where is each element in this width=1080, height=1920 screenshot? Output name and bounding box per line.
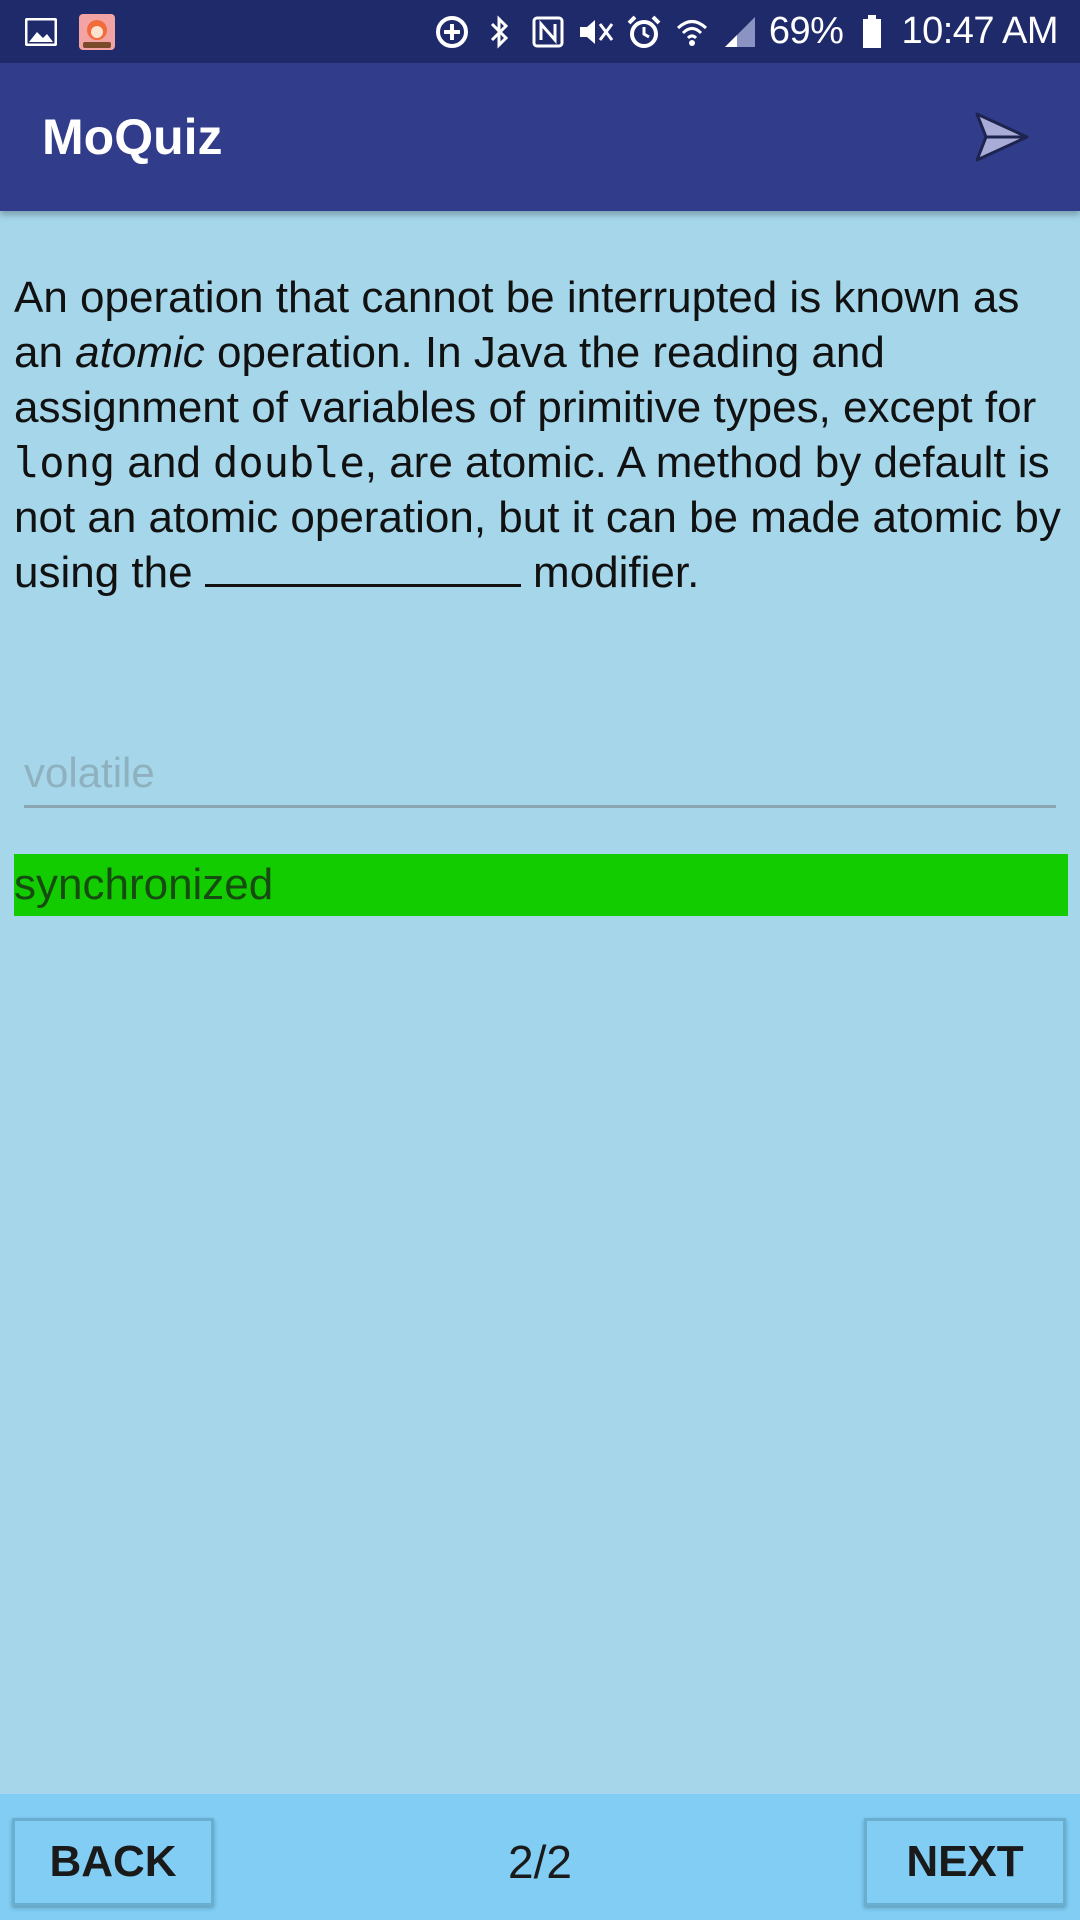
app-bar: MoQuiz [0, 63, 1080, 211]
question-code-long: long [14, 438, 116, 487]
game-app-icon [78, 13, 116, 51]
correct-answer: synchronized [14, 854, 1068, 916]
data-saver-icon [433, 13, 471, 51]
question-italic: atomic [75, 328, 205, 377]
battery-percent: 69% [768, 10, 844, 52]
status-right: 69% 10:47 AM [433, 10, 1058, 53]
question-code-double: double [213, 438, 365, 487]
battery-icon [853, 13, 891, 51]
nfc-icon [529, 13, 567, 51]
page-indicator: 2/2 [508, 1836, 572, 1888]
question-text: An operation that cannot be interrupted … [14, 270, 1064, 600]
signal-icon [721, 13, 759, 51]
send-icon [975, 112, 1029, 162]
clock: 10:47 AM [901, 10, 1058, 52]
wifi-icon [673, 13, 711, 51]
status-left [22, 13, 116, 51]
next-button[interactable]: NEXT [864, 1818, 1066, 1906]
back-button[interactable]: BACK [12, 1818, 214, 1906]
bluetooth-icon [481, 13, 519, 51]
mute-icon [577, 13, 615, 51]
question-part3: and [115, 438, 214, 487]
send-button[interactable] [966, 101, 1038, 173]
answer-input[interactable] [24, 740, 1056, 808]
bottom-bar: BACK 2/2 NEXT [0, 1794, 1080, 1920]
gallery-icon [22, 13, 60, 51]
answer-blank [204, 547, 521, 587]
app-title: MoQuiz [42, 109, 223, 165]
status-bar: 69% 10:47 AM [0, 0, 1080, 63]
question-part5: modifier. [520, 548, 700, 597]
alarm-icon [625, 13, 663, 51]
